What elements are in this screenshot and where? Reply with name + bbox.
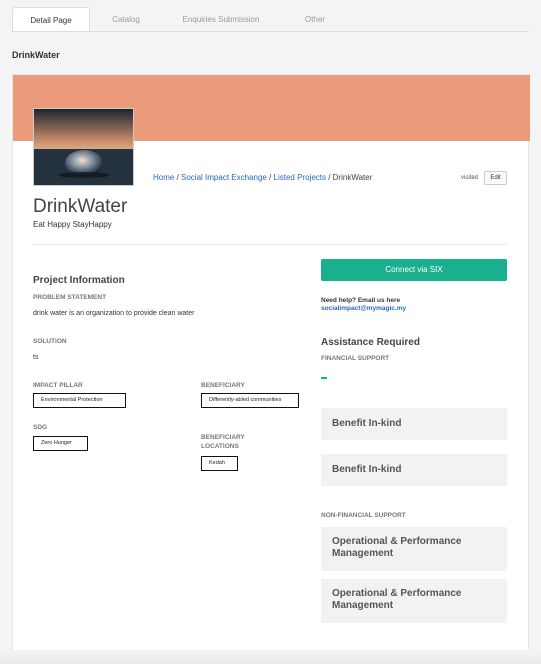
impact-pillar-tag: Environmental Protection	[33, 393, 126, 408]
tab-enquiries-submission[interactable]: Enquiries Submission	[162, 7, 280, 32]
connect-via-six-button[interactable]: Connect via SIX	[321, 259, 507, 281]
edit-button[interactable]: Edit	[484, 171, 507, 185]
solution-label: SOLUTION	[33, 338, 67, 345]
section-divider	[33, 244, 507, 245]
breadcrumb-home[interactable]: Home	[153, 173, 174, 182]
beneficiary-label: BENEFICIARY	[201, 382, 245, 389]
help-email-link[interactable]: socialimpact@mymagic.my	[321, 305, 406, 312]
assistance-heading: Assistance Required	[321, 337, 420, 348]
benefit-in-kind-card: Benefit In-kind	[321, 408, 507, 440]
financial-support-label: FINANCIAL SUPPORT	[321, 355, 390, 362]
page-title: DrinkWater	[12, 50, 60, 60]
visited-label: visited	[461, 175, 479, 181]
help-label: Need help? Email us here	[321, 297, 401, 304]
page-bottom-edge	[0, 650, 541, 664]
operational-performance-card: Operational & Performance Management	[321, 579, 507, 623]
tab-other[interactable]: Other	[280, 7, 350, 32]
beneficiary-tag: Differently-abled communities	[201, 393, 299, 408]
help-text: Need help? Email us here socialimpact@my…	[321, 297, 406, 313]
breadcrumb-sep: /	[266, 173, 274, 182]
tab-bar: Detail Page Catalog Enquiries Submission…	[12, 7, 350, 32]
problem-statement-text: drink water is an organization to provid…	[33, 310, 195, 317]
operational-performance-card: Operational & Performance Management	[321, 527, 507, 571]
breadcrumb-listed-projects[interactable]: Listed Projects	[274, 173, 326, 182]
beneficiary-location-tag: Kedah	[201, 456, 238, 471]
beneficiary-locations-label: BENEFICIARY LOCATIONS	[201, 434, 245, 450]
crystal-ball-photo-icon	[34, 109, 133, 185]
project-thumbnail	[33, 108, 134, 186]
non-financial-support-label: NON-FINANCIAL SUPPORT	[321, 512, 406, 519]
project-info-heading: Project Information	[33, 275, 125, 286]
breadcrumb-sep: /	[174, 173, 182, 182]
problem-statement-label: PROBLEM STATEMENT	[33, 294, 107, 301]
impact-pillar-label: IMPACT PILLAR	[33, 382, 83, 389]
sdg-label: SDG	[33, 424, 48, 431]
project-tagline: Eat Happy StayHappy	[33, 220, 112, 229]
breadcrumb-sep: /	[325, 173, 333, 182]
breadcrumb: Home / Social Impact Exchange / Listed P…	[153, 173, 372, 182]
solution-text: ts	[33, 354, 39, 361]
financial-support-indicator	[321, 377, 327, 379]
tab-catalog[interactable]: Catalog	[90, 7, 162, 32]
benefit-in-kind-card: Benefit In-kind	[321, 454, 507, 486]
tab-detail-page[interactable]: Detail Page	[12, 7, 90, 32]
project-name: DrinkWater	[33, 196, 128, 217]
breadcrumb-social-impact-exchange[interactable]: Social Impact Exchange	[181, 173, 267, 182]
tab-divider	[12, 31, 529, 32]
sdg-tag: Zero Hunger	[33, 436, 88, 451]
breadcrumb-current: DrinkWater	[332, 173, 373, 182]
project-card: Home / Social Impact Exchange / Listed P…	[12, 74, 530, 664]
